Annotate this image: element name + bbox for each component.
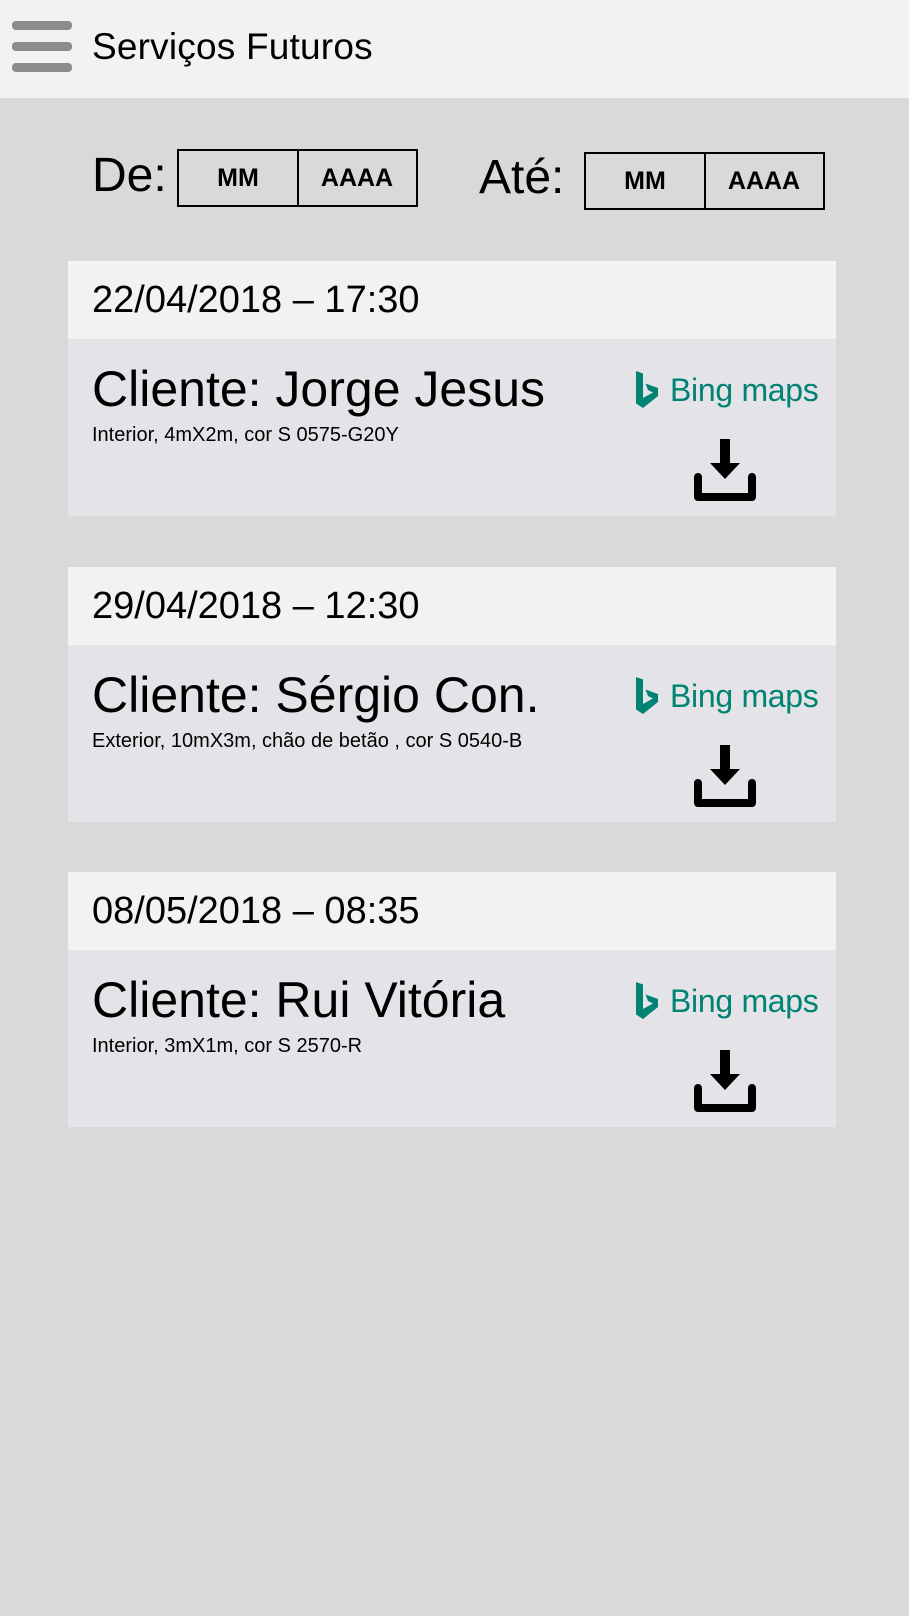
- service-card-body: Cliente: Sérgio Con. Exterior, 10mX3m, c…: [68, 645, 836, 822]
- bing-logo-icon: [636, 371, 658, 408]
- to-date-filter: MM AAAA: [584, 152, 825, 210]
- download-icon[interactable]: [694, 743, 756, 807]
- service-description: Interior, 4mX2m, cor S 0575-G20Y: [92, 424, 399, 446]
- from-label: De:: [92, 149, 167, 202]
- service-card-header: 08/05/2018 – 08:35: [68, 872, 836, 950]
- service-description: Interior, 3mX1m, cor S 2570-R: [92, 1035, 363, 1057]
- service-client: Cliente: Sérgio Con.: [92, 667, 540, 723]
- service-card-body: Cliente: Rui Vitória Interior, 3mX1m, co…: [68, 950, 836, 1127]
- page-title: Serviços Futuros: [92, 26, 373, 67]
- bing-maps-button[interactable]: Bing maps: [634, 980, 819, 1022]
- to-year-input[interactable]: AAAA: [704, 154, 822, 208]
- service-card: 08/05/2018 – 08:35 Cliente: Rui Vitória …: [68, 872, 836, 1127]
- service-client: Cliente: Rui Vitória: [92, 972, 506, 1028]
- hamburger-menu-icon[interactable]: [12, 20, 74, 74]
- to-label: Até:: [479, 151, 565, 204]
- service-datetime: 29/04/2018 – 12:30: [92, 585, 420, 627]
- service-card: 29/04/2018 – 12:30 Cliente: Sérgio Con. …: [68, 567, 836, 822]
- bing-maps-label: Bing maps: [670, 982, 819, 1019]
- service-datetime: 08/05/2018 – 08:35: [92, 890, 420, 932]
- bing-maps-label: Bing maps: [670, 371, 819, 408]
- from-month-input[interactable]: MM: [179, 151, 297, 205]
- bing-maps-button[interactable]: Bing maps: [634, 369, 819, 411]
- from-year-input[interactable]: AAAA: [297, 151, 415, 205]
- service-card-body: Cliente: Jorge Jesus Interior, 4mX2m, co…: [68, 339, 836, 516]
- download-icon[interactable]: [694, 1048, 756, 1112]
- bing-logo-icon: [636, 982, 658, 1019]
- from-date-filter: MM AAAA: [177, 149, 418, 207]
- service-client: Cliente: Jorge Jesus: [92, 361, 546, 417]
- service-datetime: 22/04/2018 – 17:30: [92, 279, 420, 321]
- to-month-input[interactable]: MM: [586, 154, 704, 208]
- bing-maps-label: Bing maps: [670, 677, 819, 714]
- app-header: Serviços Futuros: [0, 0, 909, 98]
- bing-maps-button[interactable]: Bing maps: [634, 675, 819, 717]
- service-description: Exterior, 10mX3m, chão de betão , cor S …: [92, 730, 523, 752]
- bing-logo-icon: [636, 677, 658, 714]
- service-card-header: 29/04/2018 – 12:30: [68, 567, 836, 645]
- service-card-header: 22/04/2018 – 17:30: [68, 261, 836, 339]
- service-card: 22/04/2018 – 17:30 Cliente: Jorge Jesus …: [68, 261, 836, 516]
- download-icon[interactable]: [694, 437, 756, 501]
